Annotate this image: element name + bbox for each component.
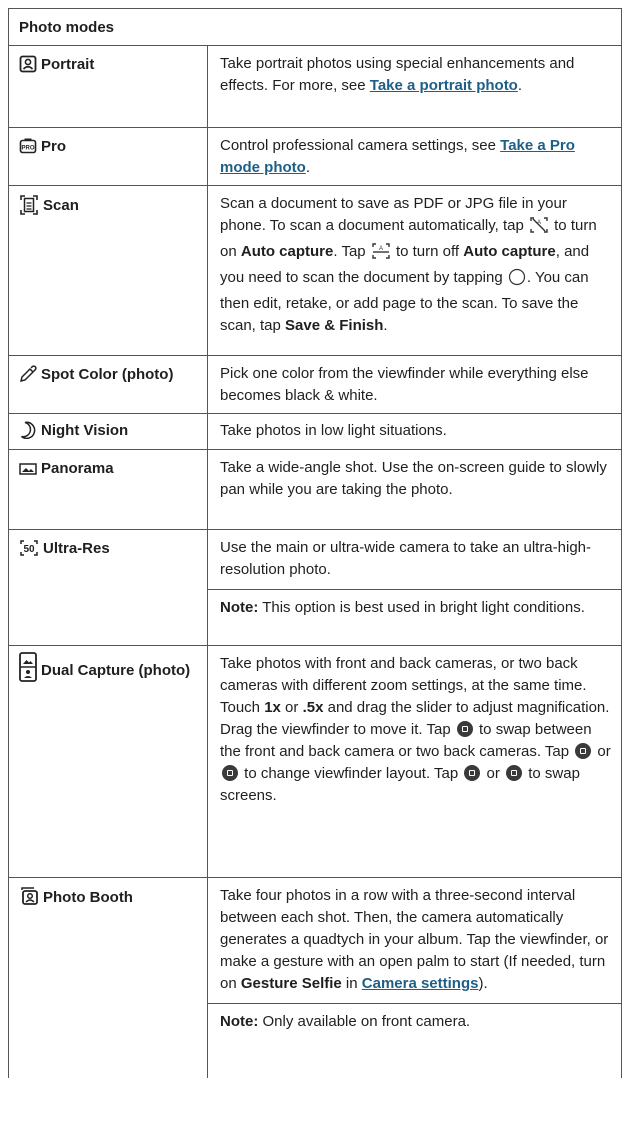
auto-capture-on-icon: A: [529, 216, 549, 241]
description-text: .: [517, 77, 523, 94]
mode-description: Pick one color from the viewfinder while…: [220, 365, 589, 404]
mode-description: Use the main or ultra-wide camera to tak…: [208, 530, 621, 645]
description-text: ).: [478, 975, 488, 992]
description-text: Control professional camera settings, se…: [220, 137, 501, 154]
description-text: to change viewfinder layout. Tap: [240, 765, 463, 782]
mode-name: Dual Capture (photo): [41, 662, 191, 679]
layout-split-icon: [575, 743, 592, 759]
description-text: Scan a document to save as PDF or JPG fi…: [220, 195, 567, 234]
shutter-button-icon: [508, 268, 526, 293]
table-row-dual-capture: Dual Capture (photo) Take photos with fr…: [9, 646, 621, 878]
scan-icon: [19, 194, 39, 223]
description-text: in: [341, 975, 362, 992]
description-text: Use the main or ultra-wide camera to tak…: [220, 539, 592, 578]
note-text: Only available on front camera.: [258, 1013, 471, 1030]
mode-name-cell: Spot Color (photo): [9, 356, 208, 413]
swap-vertical-icon: [464, 765, 481, 781]
table-row-ultra-res: 50 Ultra-Res Use the main or ultra-wide …: [9, 530, 621, 646]
description-text: .: [305, 159, 310, 176]
description-text: Take four photos in a row with a three-s…: [220, 885, 613, 995]
bold-term: Auto capture: [240, 243, 334, 260]
swap-horizontal-icon: [506, 765, 523, 781]
table-row-spot-color: Spot Color (photo) Pick one color from t…: [9, 356, 621, 414]
portrait-icon: [19, 55, 37, 80]
mode-name-cell: Night Vision: [9, 414, 208, 449]
mode-description: Control professional camera settings, se…: [208, 128, 621, 185]
mode-description: Take photos in low light situations.: [220, 422, 447, 439]
camera-settings-link[interactable]: Camera settings: [362, 975, 479, 992]
eyedropper-icon: [19, 365, 37, 390]
mode-name: Night Vision: [41, 422, 129, 439]
mode-name-cell: Photo Booth: [9, 878, 208, 1078]
mode-name-cell: PRO Pro: [9, 128, 208, 185]
portrait-photo-link[interactable]: Take a portrait photo: [370, 77, 518, 94]
mode-description: Take photos with front and back cameras,…: [208, 646, 621, 877]
mode-name: Pro: [41, 138, 67, 155]
note: Note: This option is best used in bright…: [208, 589, 621, 619]
auto-capture-off-icon: A: [371, 242, 391, 267]
bold-term: .5x: [302, 699, 324, 716]
description-text: .: [383, 317, 388, 334]
table-row-photo-booth: Photo Booth Take four photos in a row wi…: [9, 878, 621, 1078]
pro-icon: PRO: [19, 137, 37, 162]
description-text: or: [593, 743, 611, 760]
description-text: . Tap: [333, 243, 370, 260]
ultra-res-icon: 50: [19, 539, 39, 564]
svg-text:A: A: [537, 220, 541, 226]
table-row-portrait: Portrait Take portrait photos using spec…: [9, 46, 621, 128]
mode-name-cell: Panorama: [9, 450, 208, 529]
description-text: or: [280, 699, 303, 716]
mode-name-cell: Scan: [9, 186, 208, 355]
note-label: Note:: [220, 1013, 259, 1030]
mode-description: Take portrait photos using special enhan…: [208, 46, 621, 127]
bold-term: Gesture Selfie: [240, 975, 342, 992]
description-text: to turn off: [391, 243, 464, 260]
layout-pip-icon: [222, 765, 238, 781]
note-text: This option is best used in bright light…: [258, 599, 585, 616]
photo-booth-icon: [19, 886, 39, 913]
bold-term: 1x: [264, 699, 281, 716]
mode-name-cell: Portrait: [9, 46, 208, 127]
panorama-icon: [19, 461, 37, 484]
mode-name: Portrait: [41, 56, 95, 73]
table-row-panorama: Panorama Take a wide-angle shot. Use the…: [9, 450, 621, 530]
table-row-scan: Scan Scan a document to save as PDF or J…: [9, 186, 621, 356]
swap-camera-icon: [456, 721, 473, 737]
mode-description: Take four photos in a row with a three-s…: [208, 878, 621, 1078]
svg-text:PRO: PRO: [21, 145, 34, 151]
mode-name: Photo Booth: [43, 889, 133, 906]
description-text: or: [482, 765, 505, 782]
mode-name: Ultra-Res: [43, 540, 110, 557]
mode-name: Spot Color (photo): [41, 366, 174, 383]
note: Note: Only available on front camera.: [208, 1003, 621, 1033]
svg-text:A: A: [379, 246, 383, 252]
photo-modes-table: Photo modes Portrait Take portrait photo…: [8, 8, 622, 1078]
table-row-pro: PRO Pro Control professional camera sett…: [9, 128, 621, 186]
svg-text:50: 50: [23, 544, 35, 555]
table-row-night-vision: Night Vision Take photos in low light si…: [9, 414, 621, 450]
mode-name-cell: Dual Capture (photo): [9, 646, 208, 877]
mode-description: Scan a document to save as PDF or JPG fi…: [208, 186, 621, 355]
mode-description: Take a wide-angle shot. Use the on-scree…: [220, 459, 607, 498]
mode-name: Panorama: [41, 460, 114, 477]
mode-name: Scan: [43, 197, 79, 214]
table-header: Photo modes: [9, 9, 621, 46]
moon-icon: [19, 421, 37, 446]
dual-capture-icon: [19, 652, 37, 689]
bold-term: Auto capture: [463, 243, 556, 260]
bold-term: Save & Finish: [285, 317, 384, 334]
note-label: Note:: [220, 599, 259, 616]
mode-name-cell: 50 Ultra-Res: [9, 530, 208, 645]
